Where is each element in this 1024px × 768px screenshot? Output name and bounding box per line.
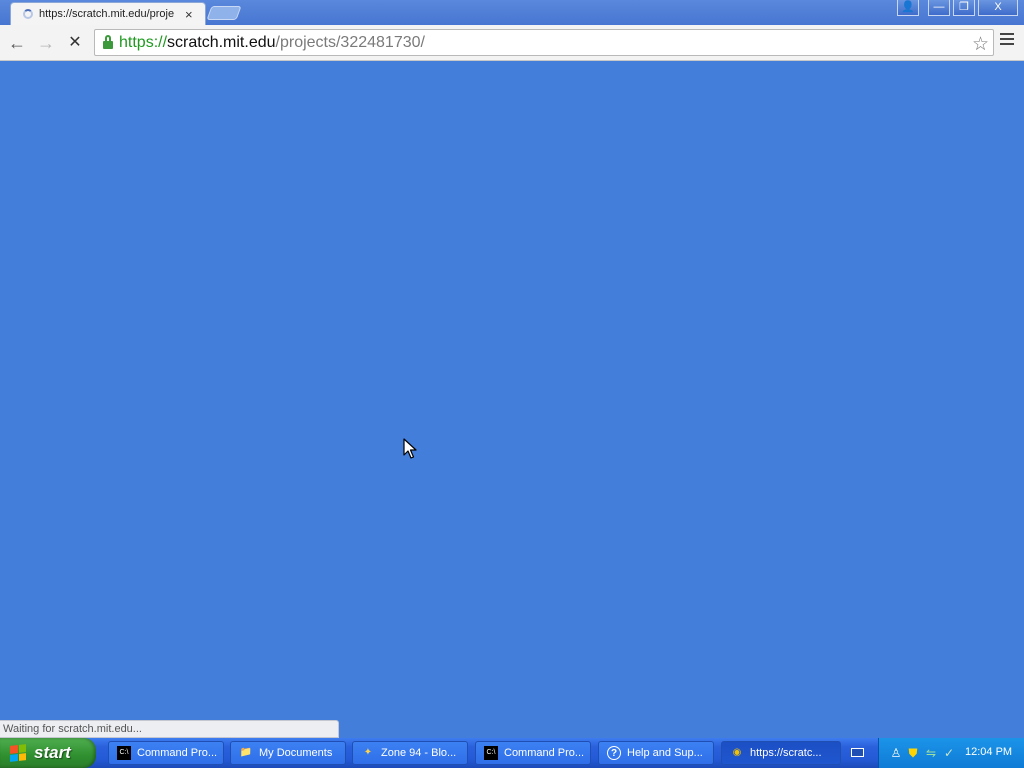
- taskbar-item-label: https://scratc...: [750, 747, 822, 759]
- taskbar-item-label: Command Pro...: [504, 747, 585, 759]
- bookmark-star-icon[interactable]: ☆: [972, 33, 989, 56]
- taskbar: start C:\ Command Pro... 📁 My Documents …: [0, 738, 1024, 768]
- status-bubble: Waiting for scratch.mit.edu...: [0, 720, 339, 738]
- command-prompt-icon: C:\: [484, 746, 498, 760]
- keyboard-language-icon[interactable]: [851, 748, 864, 757]
- close-window-button[interactable]: X: [978, 0, 1018, 16]
- taskbar-item-help-support[interactable]: ? Help and Sup...: [598, 741, 714, 765]
- zone94-icon: ✦: [363, 747, 373, 758]
- chrome-icon: ◉: [732, 747, 742, 758]
- help-icon: ?: [607, 746, 621, 760]
- profile-button[interactable]: 👤: [897, 0, 919, 16]
- taskbar-item-label: Command Pro...: [137, 747, 218, 759]
- url-text: https://scratch.mit.edu/projects/3224817…: [119, 34, 425, 52]
- windows-logo-icon: [10, 744, 26, 762]
- lock-icon: [103, 34, 113, 49]
- taskbar-item-label: Help and Sup...: [627, 747, 703, 759]
- start-button[interactable]: start: [0, 738, 96, 768]
- chrome-menu-icon[interactable]: [1000, 33, 1014, 48]
- taskbar-item-command-prompt-2[interactable]: C:\ Command Pro...: [475, 741, 591, 765]
- minimize-button[interactable]: —: [928, 0, 950, 16]
- stop-button[interactable]: ✕: [64, 32, 86, 54]
- taskbar-item-zone94[interactable]: ✦ Zone 94 - Blo...: [352, 741, 468, 765]
- url-scheme: https://: [119, 33, 168, 51]
- safely-remove-icon[interactable]: ✓: [942, 746, 956, 760]
- network-user-icon[interactable]: ♙: [889, 746, 903, 760]
- folder-icon: 📁: [239, 747, 253, 758]
- browser-titlebar: https://scratch.mit.edu/proje × 👤 — ❐ X: [0, 0, 1024, 25]
- system-tray: ♙ ⛊ ⇋ ✓ 12:04 PM: [878, 738, 1024, 768]
- browser-tab[interactable]: https://scratch.mit.edu/proje ×: [10, 2, 206, 25]
- address-bar[interactable]: https://scratch.mit.edu/projects/3224817…: [94, 29, 994, 56]
- taskbar-item-my-documents[interactable]: 📁 My Documents: [230, 741, 346, 765]
- taskbar-item-label: My Documents: [259, 747, 333, 759]
- forward-button[interactable]: →: [35, 32, 57, 54]
- taskbar-item-chrome[interactable]: ◉ https://scratc...: [721, 741, 841, 765]
- security-shield-icon[interactable]: ⛊: [906, 746, 920, 760]
- loading-spinner-icon: [23, 9, 33, 19]
- restore-button[interactable]: ❐: [953, 0, 975, 16]
- url-host: scratch.mit.edu: [167, 33, 276, 51]
- new-tab-button[interactable]: [206, 6, 242, 20]
- url-path: /projects/322481730/: [275, 33, 425, 51]
- network-icon[interactable]: ⇋: [924, 746, 938, 760]
- browser-toolbar: ← → ✕ https://scratch.mit.edu/projects/3…: [0, 25, 1024, 61]
- command-prompt-icon: C:\: [117, 746, 131, 760]
- tab-title: https://scratch.mit.edu/proje: [39, 8, 175, 20]
- tab-close-icon[interactable]: ×: [185, 8, 193, 21]
- mouse-cursor-icon: [403, 438, 417, 459]
- back-button[interactable]: ←: [6, 32, 28, 54]
- taskbar-item-label: Zone 94 - Blo...: [381, 747, 457, 759]
- start-label: start: [34, 743, 71, 762]
- taskbar-item-command-prompt-1[interactable]: C:\ Command Pro...: [108, 741, 224, 765]
- clock[interactable]: 12:04 PM: [965, 746, 1012, 758]
- page-content: [0, 61, 1024, 738]
